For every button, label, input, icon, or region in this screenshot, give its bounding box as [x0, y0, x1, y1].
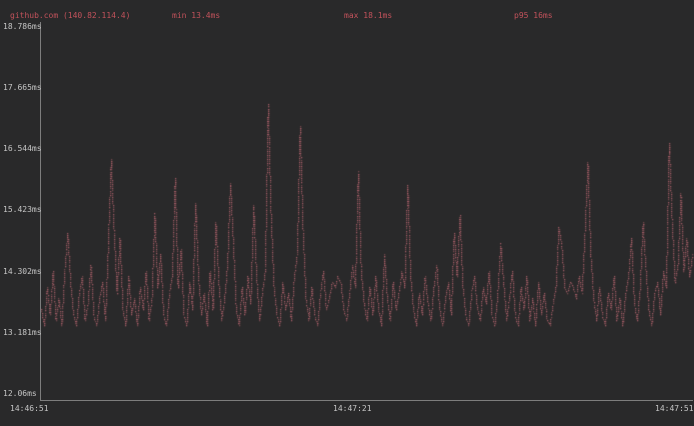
y-tick-label: 16.544ms	[3, 144, 42, 153]
y-tick-label: 14.302ms	[3, 267, 42, 276]
x-tick-label-start: 14:46:51	[10, 404, 49, 413]
latency-dot-plot	[0, 0, 694, 426]
y-tick-label: 12.06ms	[3, 389, 37, 398]
x-tick-label-end: 14:47:51	[655, 404, 694, 413]
p95-latency-stat: p95 16ms	[514, 11, 553, 20]
terminal-latency-monitor: github.com (140.82.114.4) min 13.4ms max…	[0, 0, 694, 426]
host-label: github.com (140.82.114.4)	[10, 11, 130, 20]
min-latency-stat: min 13.4ms	[172, 11, 220, 20]
y-tick-label: 13.181ms	[3, 328, 42, 337]
y-tick-label: 18.786ms	[3, 22, 42, 31]
y-tick-label: 17.665ms	[3, 83, 42, 92]
x-axis-line	[40, 400, 693, 401]
max-latency-stat: max 18.1ms	[344, 11, 392, 20]
x-tick-label-middle: 14:47:21	[333, 404, 372, 413]
y-tick-label: 15.423ms	[3, 205, 42, 214]
